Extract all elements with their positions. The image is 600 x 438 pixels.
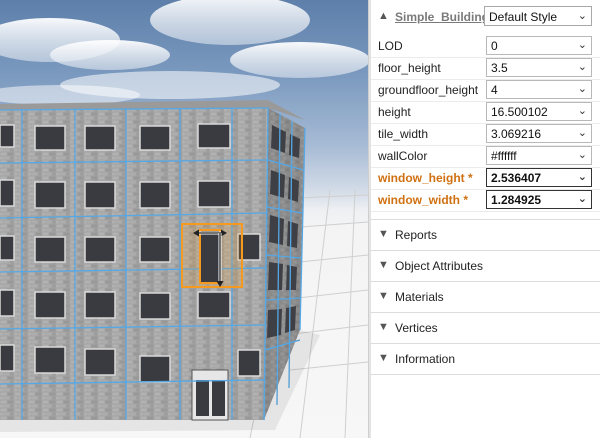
section-label: Vertices: [395, 321, 438, 335]
chevron-down-icon[interactable]: ⌄: [578, 192, 587, 205]
attribute-label: height: [378, 105, 411, 119]
chevron-down-icon[interactable]: ⌄: [578, 170, 587, 183]
attribute-value-field[interactable]: 16.500102 ⌄: [486, 102, 592, 121]
caret-down-icon[interactable]: ▼: [378, 321, 389, 333]
attribute-row: window_height * 2.536407 ⌄: [371, 167, 600, 190]
caret-up-icon[interactable]: ▲: [378, 10, 389, 22]
section-label: Information: [395, 352, 456, 366]
entrance-door: [191, 369, 229, 421]
shape-header: ▲ Simple_Building Default Style ⌄: [371, 6, 600, 28]
scene-canvas[interactable]: [0, 0, 368, 438]
attribute-row: wallColor #ffffff ⌄: [371, 145, 600, 168]
chevron-down-icon[interactable]: ⌄: [578, 148, 587, 161]
attribute-value-field[interactable]: 3.069216 ⌄: [486, 124, 592, 143]
attribute-row: LOD 0 ⌄: [371, 35, 600, 58]
attribute-value: 3.069216: [491, 127, 542, 141]
section-header[interactable]: ▼ Object Attributes: [371, 251, 600, 282]
style-dropdown[interactable]: Default Style ⌄: [484, 6, 592, 26]
section-label: Materials: [395, 290, 444, 304]
attribute-label: floor_height: [378, 61, 441, 75]
chevron-down-icon[interactable]: ⌄: [578, 60, 587, 73]
attribute-row: groundfloor_height 4 ⌄: [371, 79, 600, 102]
attribute-label: LOD: [378, 39, 403, 53]
attribute-value-field[interactable]: 1.284925 ⌄: [486, 190, 592, 209]
attribute-row: height 16.500102 ⌄: [371, 101, 600, 124]
section-header[interactable]: ▼ Reports: [371, 220, 600, 251]
chevron-down-icon: ⌄: [577, 10, 587, 22]
caret-down-icon[interactable]: ▼: [378, 259, 389, 271]
attribute-value-field[interactable]: #ffffff ⌄: [486, 146, 592, 165]
attribute-value: 1.284925: [491, 193, 542, 207]
attribute-value: 2.536407: [491, 171, 542, 185]
selected-window-handle[interactable]: [181, 223, 243, 288]
rule-file-link[interactable]: Simple_Building: [395, 10, 489, 24]
attribute-row: window_width * 1.284925 ⌄: [371, 189, 600, 212]
chevron-down-icon[interactable]: ⌄: [578, 126, 587, 139]
section-label: Reports: [395, 228, 438, 242]
attribute-label: window_height *: [378, 171, 473, 185]
attribute-value-field[interactable]: 4 ⌄: [486, 80, 592, 99]
attribute-value: 16.500102: [491, 105, 548, 119]
attribute-value-field[interactable]: 3.5 ⌄: [486, 58, 592, 77]
inspector-panel: ▲ Simple_Building Default Style ⌄ LOD 0 ⌄ f…: [371, 0, 600, 438]
section-header[interactable]: ▼ Materials: [371, 282, 600, 313]
attribute-value-field[interactable]: 2.536407 ⌄: [486, 168, 592, 187]
attribute-value: #ffffff: [491, 149, 517, 163]
caret-down-icon[interactable]: ▼: [378, 228, 389, 240]
chevron-down-icon[interactable]: ⌄: [578, 104, 587, 117]
section-header[interactable]: ▼ Information: [371, 344, 600, 375]
attribute-row: floor_height 3.5 ⌄: [371, 57, 600, 80]
attribute-value: 3.5: [491, 61, 508, 75]
attribute-value: 0: [491, 39, 498, 53]
attribute-label: groundfloor_height: [378, 83, 479, 97]
chevron-down-icon[interactable]: ⌄: [578, 82, 587, 95]
section-label: Object Attributes: [395, 259, 484, 273]
section-header[interactable]: ▼ Vertices: [371, 313, 600, 344]
attribute-value: 4: [491, 83, 498, 97]
3d-viewport[interactable]: [0, 0, 368, 438]
attribute-row: tile_width 3.069216 ⌄: [371, 123, 600, 146]
attribute-label: window_width *: [378, 193, 468, 207]
sky-clouds: [0, 0, 368, 105]
style-dropdown-value: Default Style: [489, 10, 558, 24]
caret-down-icon[interactable]: ▼: [378, 290, 389, 302]
chevron-down-icon[interactable]: ⌄: [578, 38, 587, 51]
attribute-label: tile_width: [378, 127, 429, 141]
caret-down-icon[interactable]: ▼: [378, 352, 389, 364]
attribute-label: wallColor: [378, 149, 428, 163]
attribute-value-field[interactable]: 0 ⌄: [486, 36, 592, 55]
